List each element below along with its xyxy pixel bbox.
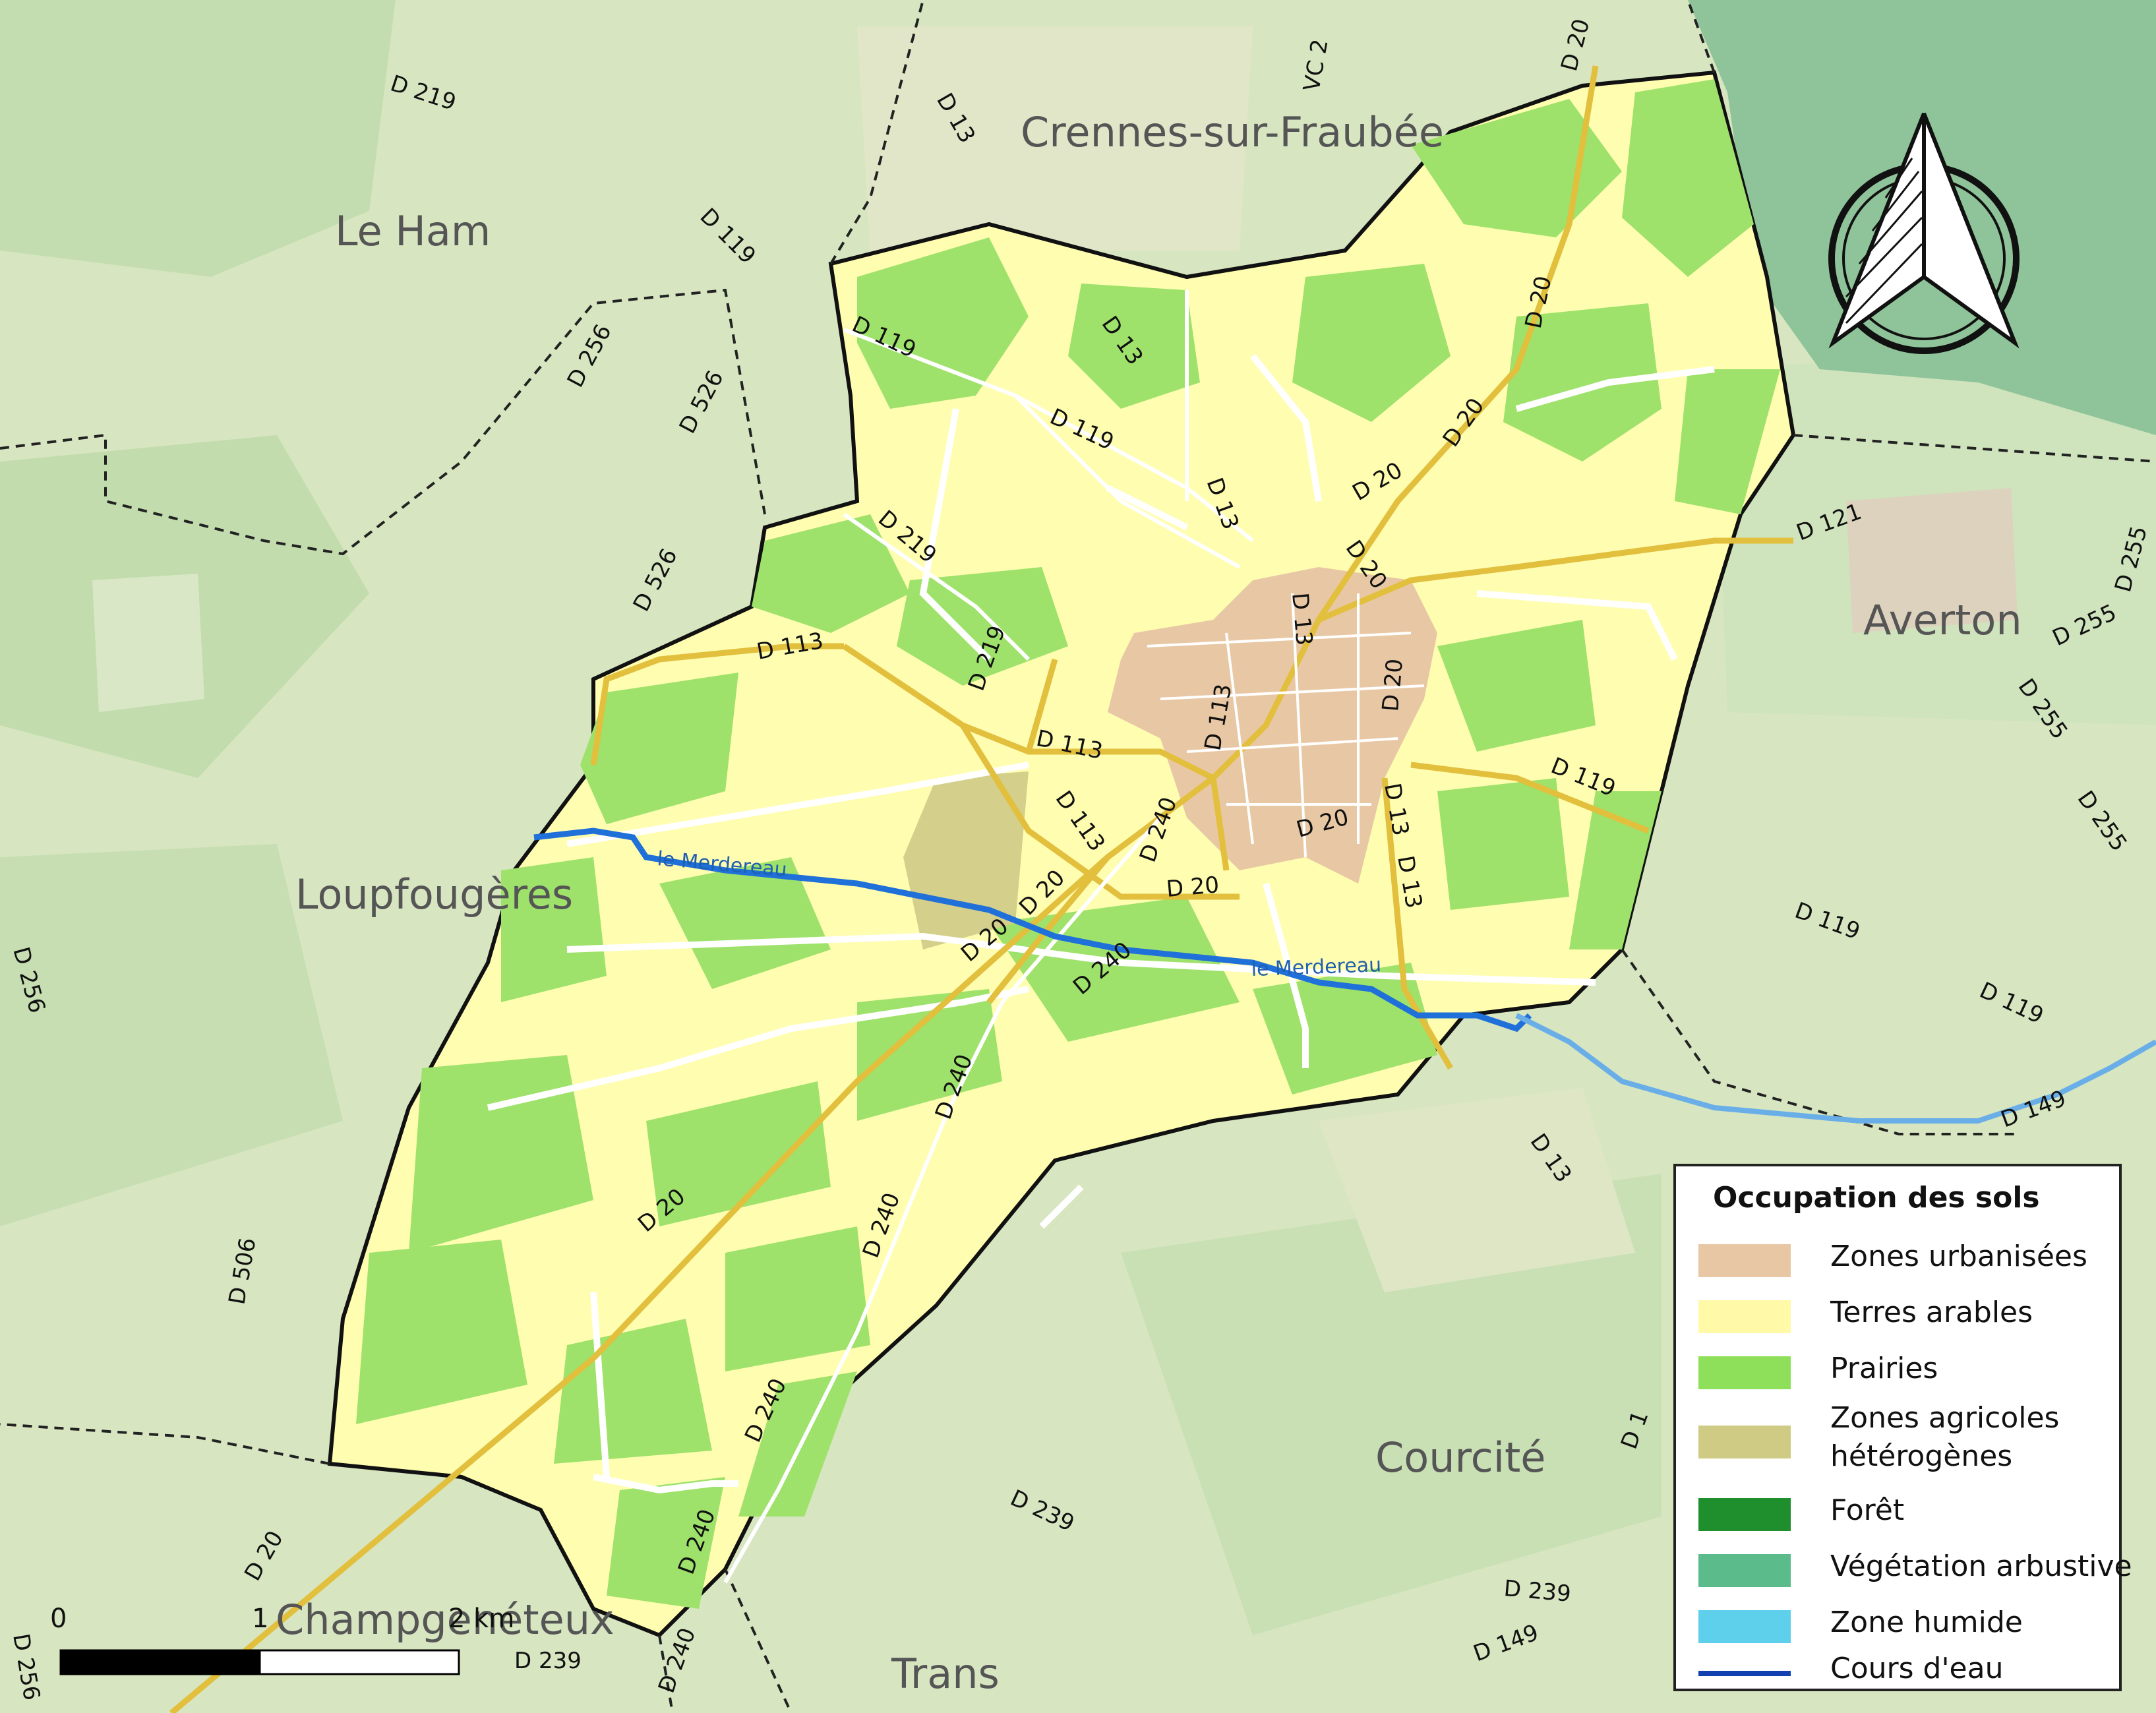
road-label: D 20 (1165, 872, 1220, 903)
legend-swatch-wetland (1698, 1610, 1791, 1643)
legend-swatch-arable (1698, 1300, 1791, 1333)
road-label: D 13 (1286, 591, 1317, 646)
legend-label-forest: Forêt (1830, 1493, 1905, 1527)
legend-title: Occupation des sols (1713, 1181, 2040, 1215)
place-averton: Averton (1863, 596, 2022, 644)
road-label: D 239 (514, 1648, 582, 1674)
road-label: D 20 (1377, 657, 1408, 712)
place-le-ham: Le Ham (335, 207, 491, 255)
place-courcite: Courcité (1375, 1433, 1545, 1482)
legend-swatch-watercourse (1698, 1671, 1791, 1676)
place-champgeneteux: Champgenéteux (276, 1596, 614, 1644)
legend-swatch-urban (1698, 1244, 1791, 1277)
legend-swatch-prairie (1698, 1356, 1791, 1389)
legend-label-prairie: Prairies (1830, 1352, 1938, 1385)
legend-swatch-heterogeneous (1698, 1426, 1791, 1458)
legend-label-shrub: Végétation arbustive (1830, 1549, 2132, 1583)
scale-label-1: 1 (252, 1604, 268, 1634)
river-label-2: le Merdereau (1251, 953, 1382, 981)
legend-swatch-forest (1698, 1498, 1791, 1531)
legend-label-wetland: Zone humide (1830, 1606, 2023, 1639)
legend-label-urban: Zones urbanisées (1830, 1240, 2087, 1273)
place-crennes: Crennes-sur-Fraubée (1021, 108, 1444, 156)
place-trans: Trans (891, 1650, 1000, 1698)
legend-panel: Occupation des sols Zones urbanisées Ter… (1673, 1164, 2132, 1691)
map-canvas[interactable]: Crennes-sur-Fraubée Le Ham Averton Loupf… (0, 0, 2156, 1713)
legend-swatch-shrub (1698, 1554, 1791, 1587)
legend-label-watercourse: Cours d'eau (1830, 1652, 2004, 1685)
scale-label-0: 0 (50, 1604, 67, 1634)
scale-label-2: 2 km (448, 1604, 514, 1634)
legend-label-heterogeneous-1: Zones agricoles (1830, 1401, 2060, 1435)
legend-label-arable: Terres arables (1830, 1296, 2033, 1329)
place-loupfougeres: Loupfougères (295, 870, 573, 918)
legend-label-heterogeneous-2: hétérogènes (1830, 1439, 2013, 1473)
